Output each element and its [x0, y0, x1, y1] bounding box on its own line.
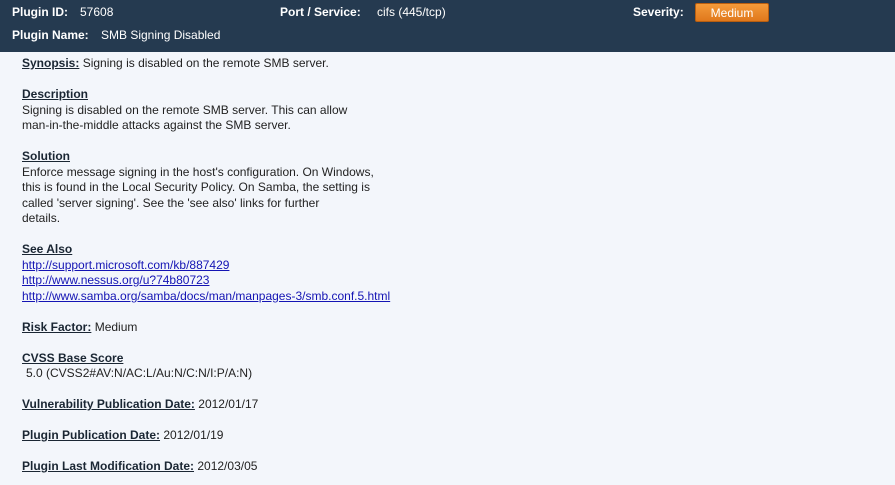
plugin-pub-date-heading: Plugin Publication Date:	[22, 428, 161, 442]
vuln-pub-date-heading: Vulnerability Publication Date:	[22, 397, 195, 411]
description-line: man-in-the-middle attacks against the SM…	[22, 118, 291, 132]
solution-section: Solution Enforce message signing in the …	[22, 149, 882, 227]
solution-line: Enforce message signing in the host's co…	[22, 164, 374, 179]
description-section: Description Signing is disabled on the r…	[22, 87, 882, 134]
vuln-pub-date-value: 2012/01/17	[198, 397, 259, 411]
solution-heading: Solution	[22, 149, 70, 163]
plugin-id-label: Plugin ID:	[12, 5, 68, 19]
see-also-heading: See Also	[22, 242, 73, 256]
see-also-link-nessus[interactable]: http://www.nessus.org/u?74b80723	[22, 273, 882, 289]
description-heading: Description	[22, 87, 89, 101]
description-line: Signing is disabled on the remote SMB se…	[22, 102, 348, 117]
see-also-link-samba[interactable]: http://www.samba.org/samba/docs/man/manp…	[22, 289, 882, 305]
cvss-heading: CVSS Base Score	[22, 350, 124, 365]
synopsis-heading: Synopsis:	[22, 56, 80, 70]
plugin-header: Plugin ID: 57608 Port / Service: cifs (4…	[0, 0, 895, 52]
severity-label: Severity:	[633, 5, 684, 19]
plugin-name-label: Plugin Name:	[12, 28, 89, 42]
plugin-pub-date-value: 2012/01/19	[163, 428, 224, 442]
plugin-mod-date-heading: Plugin Last Modification Date:	[22, 459, 195, 473]
solution-line: called 'server signing'. See the 'see al…	[22, 195, 320, 210]
see-also-link-microsoft[interactable]: http://support.microsoft.com/kb/887429	[22, 258, 882, 274]
severity-badge: Medium	[695, 3, 769, 22]
plugin-name-value: SMB Signing Disabled	[101, 28, 221, 42]
port-service-value: cifs (445/tcp)	[377, 5, 446, 19]
synopsis-section: Synopsis: Signing is disabled on the rem…	[22, 56, 882, 72]
risk-factor-section: Risk Factor: Medium	[22, 320, 882, 336]
synopsis-text: Signing is disabled on the remote SMB se…	[82, 56, 329, 70]
plugin-id-value: 57608	[80, 5, 114, 19]
cvss-value: 5.0 (CVSS2#AV:N/AC:L/Au:N/C:N/I:P/A:N)	[26, 366, 253, 380]
risk-factor-heading: Risk Factor:	[22, 319, 92, 334]
vuln-pub-date-section: Vulnerability Publication Date: 2012/01/…	[22, 397, 882, 413]
port-service-label: Port / Service:	[280, 5, 361, 19]
plugin-mod-date-value: 2012/03/05	[197, 459, 258, 473]
plugin-pub-date-section: Plugin Publication Date: 2012/01/19	[22, 428, 882, 444]
solution-line: details.	[22, 211, 61, 225]
see-also-section: See Also http://support.microsoft.com/kb…	[22, 242, 882, 304]
plugin-details: Synopsis: Signing is disabled on the rem…	[22, 56, 882, 475]
plugin-mod-date-section: Plugin Last Modification Date: 2012/03/0…	[22, 459, 882, 475]
risk-factor-value: Medium	[94, 319, 138, 334]
solution-line: this is found in the Local Security Poli…	[22, 180, 370, 194]
cvss-section: CVSS Base Score 5.0 (CVSS2#AV:N/AC:L/Au:…	[22, 351, 882, 382]
